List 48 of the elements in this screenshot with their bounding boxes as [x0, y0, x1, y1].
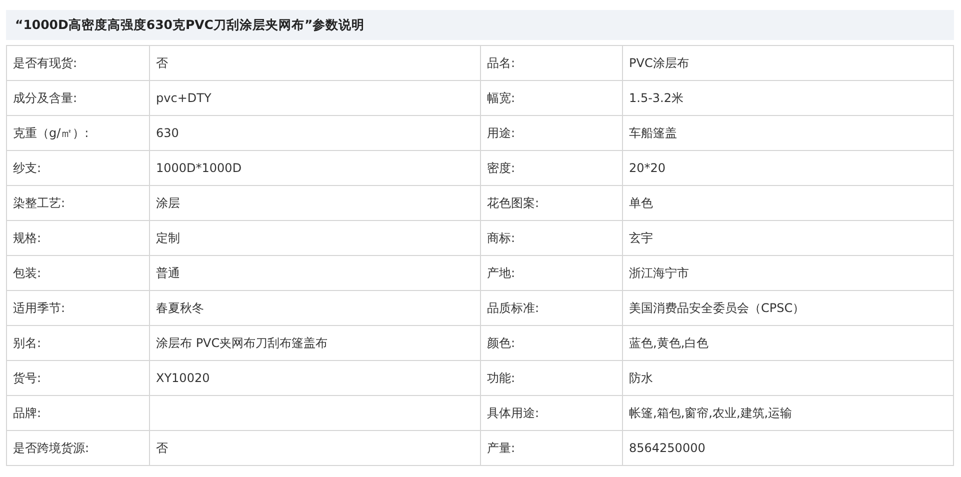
- attribute-label: 产地:: [487, 266, 516, 280]
- attribute-label: 是否跨境货源:: [13, 440, 90, 454]
- attribute-value: 涂层布 PVC夹网布刀刮布篷盖布: [156, 336, 328, 350]
- attribute-label: 用途:: [487, 126, 516, 140]
- attribute-value: 1.5-3.2米: [629, 90, 684, 104]
- attribute-label: 花色图案:: [487, 196, 540, 210]
- attribute-value: 春夏秋冬: [156, 300, 204, 314]
- attribute-label: 品牌:: [13, 406, 42, 420]
- attribute-label: 具体用途:: [487, 406, 540, 420]
- attribute-value: 否: [156, 56, 168, 70]
- attribute-value: 蓝色,黄色,白色: [629, 336, 709, 350]
- attribute-value: 8564250000: [629, 441, 706, 455]
- attribute-label: 染整工艺:: [13, 196, 66, 210]
- attribute-value: 浙江海宁市: [629, 266, 689, 280]
- attribute-label: 密度:: [487, 160, 516, 174]
- attribute-label: 品名:: [487, 56, 516, 70]
- attribute-value: pvc+DTY: [156, 91, 212, 105]
- attribute-value: PVC涂层布: [629, 56, 689, 70]
- attribute-label: 货号:: [13, 370, 42, 384]
- attribute-label: 品质标准:: [487, 300, 540, 314]
- attribute-label: 幅宽:: [487, 90, 516, 104]
- attribute-value: 美国消费品安全委员会（CPSC）: [629, 300, 805, 314]
- attribute-value: 车船篷盖: [629, 126, 677, 140]
- attribute-label: 成分及含量:: [13, 90, 78, 104]
- attribute-label: 颜色:: [487, 336, 516, 350]
- attribute-label: 规格:: [13, 230, 42, 244]
- attribute-value: 定制: [156, 230, 180, 244]
- attribute-label: 是否有现货:: [13, 56, 78, 70]
- attribute-label: 商标:: [487, 230, 516, 244]
- attribute-label: 纱支:: [13, 160, 42, 174]
- table-title: “1000D高密度高强度630克PVC刀刮涂层夹网布”参数说明: [15, 16, 365, 34]
- attribute-value: 防水: [629, 370, 653, 384]
- attribute-value: XY10020: [156, 371, 210, 385]
- attribute-label: 别名:: [13, 336, 42, 350]
- attribute-value: 否: [156, 440, 168, 454]
- attribute-label: 适用季节:: [13, 300, 66, 314]
- attribute-label: 包装:: [13, 266, 42, 280]
- attribute-label: 产量:: [487, 440, 516, 454]
- attribute-value: 涂层: [156, 196, 180, 210]
- attribute-value: 1000D*1000D: [156, 161, 242, 175]
- attribute-value: 630: [156, 126, 179, 140]
- attribute-value: 单色: [629, 196, 653, 210]
- attribute-value: 帐篷,箱包,窗帘,农业,建筑,运输: [629, 406, 792, 420]
- attribute-value: 20*20: [629, 161, 666, 175]
- attribute-value: 普通: [156, 266, 180, 280]
- attribute-value: 玄宇: [629, 230, 653, 244]
- attribute-label: 克重（g/㎡）:: [13, 126, 89, 140]
- attribute-label: 功能:: [487, 370, 516, 384]
